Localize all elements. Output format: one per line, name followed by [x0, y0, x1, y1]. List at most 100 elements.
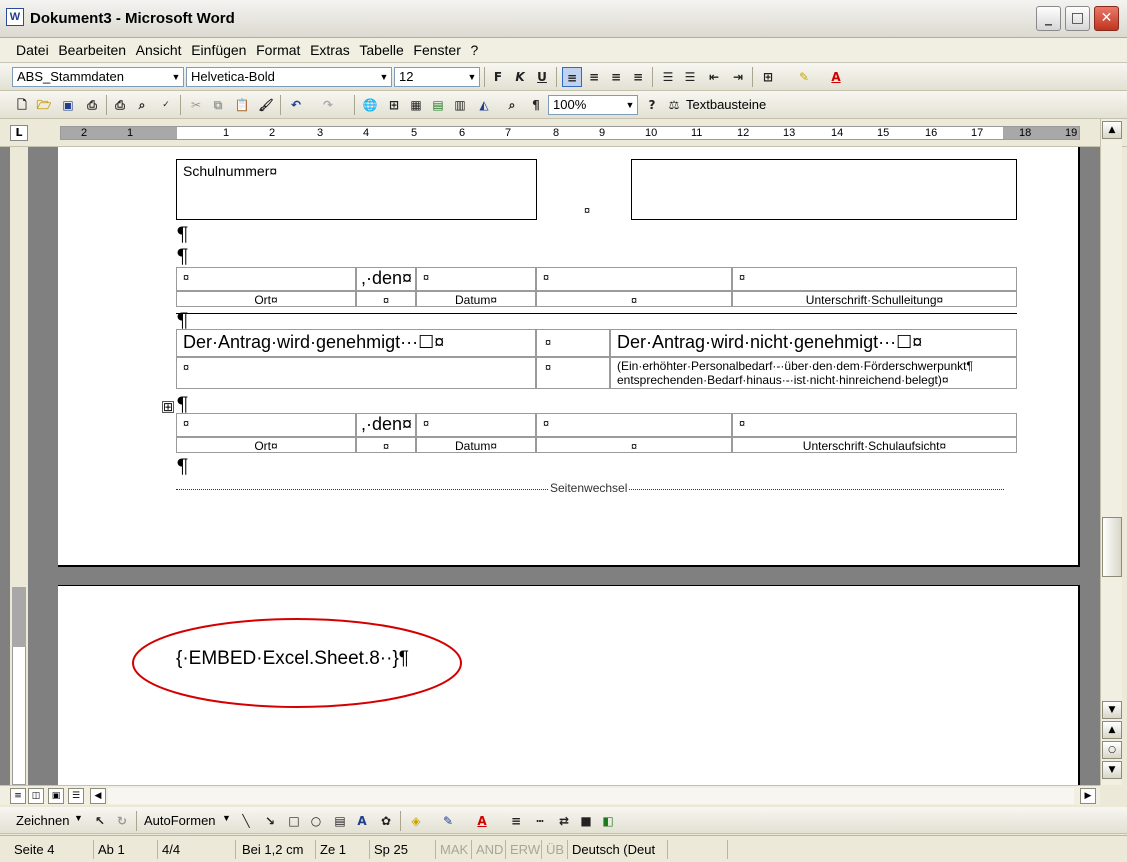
empty-cell[interactable]: ¤ [176, 357, 536, 389]
unterschrift-input-cell[interactable]: ¤ [732, 267, 1017, 291]
menu-ansicht[interactable]: Ansicht [136, 38, 182, 62]
zeichnen-menu[interactable]: Zeichnen [16, 811, 69, 831]
line-icon[interactable]: ╲ [236, 811, 256, 831]
highlight-icon[interactable]: ✎ [794, 67, 814, 87]
copy-icon[interactable]: ⧉ [208, 95, 228, 115]
new-document-icon[interactable]: 🗋 [12, 95, 32, 115]
maximize-button[interactable]: □ [1065, 6, 1090, 31]
status-overtype[interactable]: ÜB [542, 840, 568, 859]
autoformen-menu[interactable]: AutoFormen [144, 811, 216, 831]
insert-excel-icon[interactable]: ▤ [428, 95, 448, 115]
help-icon[interactable]: ? [642, 95, 662, 115]
status-macro[interactable]: MAK [436, 840, 472, 859]
textbausteine-label[interactable]: Textbausteine [686, 95, 766, 115]
page-1[interactable]: Schulnummer¤ ¤ ¶ ¶ ¤ ,·den¤ ¤ ¤ ¤ Ort¤ ¤… [58, 147, 1080, 567]
justify-icon[interactable]: ≡ [628, 67, 648, 87]
spacer-cell[interactable]: ¤ [536, 413, 732, 437]
drawing-icon[interactable]: ◭ [474, 95, 494, 115]
scroll-left-icon[interactable]: ◀ [90, 788, 106, 804]
font-color-icon[interactable]: A [826, 67, 846, 87]
zoom-combo[interactable]: 100% ▼ [548, 95, 638, 115]
chevron-down-icon[interactable]: ▼ [377, 68, 391, 86]
page-2[interactable]: {·EMBED·Excel.Sheet.8··}¶ [58, 585, 1080, 785]
shadow-icon[interactable]: ■ [576, 811, 596, 831]
bullet-list-icon[interactable]: ☰ [680, 67, 700, 87]
underline-button[interactable]: U [532, 67, 552, 87]
align-left-icon[interactable]: ≡ [562, 67, 582, 87]
signature-area-cell[interactable] [631, 159, 1017, 220]
minimize-button[interactable]: _ [1036, 6, 1061, 31]
menu-tabelle[interactable]: Tabelle [359, 38, 403, 62]
rotate-icon[interactable]: ↻ [112, 811, 132, 831]
menu-bearbeiten[interactable]: Bearbeiten [58, 38, 126, 62]
clipart-icon[interactable]: ✿ [376, 811, 396, 831]
document-map-icon[interactable]: ⌕ [502, 95, 522, 115]
rectangle-icon[interactable]: □ [284, 811, 304, 831]
3d-icon[interactable]: ◧ [598, 811, 618, 831]
next-page-icon[interactable]: ▼ [1102, 761, 1122, 779]
undo-icon[interactable]: ↶ [286, 95, 306, 115]
chevron-down-icon[interactable]: ▼ [169, 68, 183, 86]
horizontal-scroll-track[interactable] [108, 788, 1074, 804]
borders-icon[interactable]: ⊞ [758, 67, 778, 87]
menu-format[interactable]: Format [256, 38, 300, 62]
browse-object-icon[interactable]: ○ [1102, 741, 1122, 759]
ellipse-icon[interactable]: ○ [306, 811, 326, 831]
paste-icon[interactable]: 📋 [232, 95, 252, 115]
spelling-icon[interactable]: ✓ [156, 95, 176, 115]
arrow-icon[interactable]: ↘ [260, 811, 280, 831]
redo-icon[interactable]: ↷ [318, 95, 338, 115]
menu-extras[interactable]: Extras [310, 38, 350, 62]
horizontal-ruler[interactable]: 2 1 1 2 3 4 5 6 7 8 9 10 11 12 13 14 15 … [60, 126, 1080, 140]
font-combo[interactable]: Helvetica-Bold ▼ [186, 67, 392, 87]
spacer-cell[interactable]: ¤ [536, 267, 732, 291]
line-style-icon[interactable]: ≡ [506, 811, 526, 831]
den-cell[interactable]: ,·den¤ [356, 413, 416, 437]
scroll-up-icon[interactable]: ▲ [1102, 121, 1122, 139]
align-right-icon[interactable]: ≡ [606, 67, 626, 87]
hyperlink-icon[interactable]: 🌐 [360, 95, 380, 115]
schulnummer-cell[interactable]: Schulnummer¤ [176, 159, 537, 220]
menu-help[interactable]: ? [470, 38, 478, 62]
vertical-ruler[interactable] [10, 147, 28, 785]
arrow-style-icon[interactable]: ⇄ [554, 811, 574, 831]
font-size-combo[interactable]: 12 ▼ [394, 67, 480, 87]
vertical-scrollbar[interactable]: ▲ ▼ ▲ ○ ▼ [1100, 119, 1122, 785]
chevron-down-icon[interactable]: ▼ [74, 813, 83, 823]
columns-icon[interactable]: ▥ [450, 95, 470, 115]
permission-icon[interactable]: ⎙ [82, 95, 102, 115]
empty-cell[interactable]: ¤ [536, 357, 610, 389]
italic-button[interactable]: K [510, 67, 530, 87]
increase-indent-icon[interactable]: ⇥ [728, 67, 748, 87]
print-icon[interactable]: ⎙ [110, 95, 130, 115]
ort-input-cell[interactable]: ¤ [176, 413, 356, 437]
status-language[interactable]: Deutsch (Deut [568, 840, 668, 859]
status-extend[interactable]: ERW [506, 840, 542, 859]
unterschrift-input-cell[interactable]: ¤ [732, 413, 1017, 437]
style-combo[interactable]: ABS_Stammdaten ▼ [12, 67, 184, 87]
textbausteine-icon[interactable]: ⚖ [664, 95, 684, 115]
chevron-down-icon[interactable]: ▼ [623, 96, 637, 114]
scroll-down-icon[interactable]: ▼ [1102, 701, 1122, 719]
textbox-icon[interactable]: ▤ [330, 811, 350, 831]
scroll-thumb[interactable] [1102, 517, 1122, 577]
normal-view-icon[interactable]: ≡ [10, 788, 26, 804]
embed-field-code[interactable]: {·EMBED·Excel.Sheet.8··}¶ [176, 648, 409, 670]
chevron-down-icon[interactable]: ▼ [465, 68, 479, 86]
menu-datei[interactable]: Datei [16, 38, 49, 62]
datum-input-cell[interactable]: ¤ [416, 413, 536, 437]
line-color-icon[interactable]: ✎ [438, 811, 458, 831]
show-formatting-button[interactable]: ¶ [526, 95, 546, 115]
open-folder-icon[interactable]: 🗁 [34, 95, 54, 115]
format-painter-icon[interactable]: 🖌 [256, 95, 276, 115]
tab-selector[interactable]: L [10, 125, 28, 141]
numbered-list-icon[interactable]: ☰ [658, 67, 678, 87]
cut-icon[interactable]: ✂ [186, 95, 206, 115]
ort-input-cell[interactable]: ¤ [176, 267, 356, 291]
chevron-down-icon[interactable]: ▼ [222, 813, 231, 823]
spacer-cell[interactable]: ¤ [536, 329, 610, 357]
font-color-icon[interactable]: A [472, 811, 492, 831]
outline-view-icon[interactable]: ☰ [68, 788, 84, 804]
save-icon[interactable]: ▣ [58, 95, 78, 115]
status-track-changes[interactable]: AND [472, 840, 506, 859]
